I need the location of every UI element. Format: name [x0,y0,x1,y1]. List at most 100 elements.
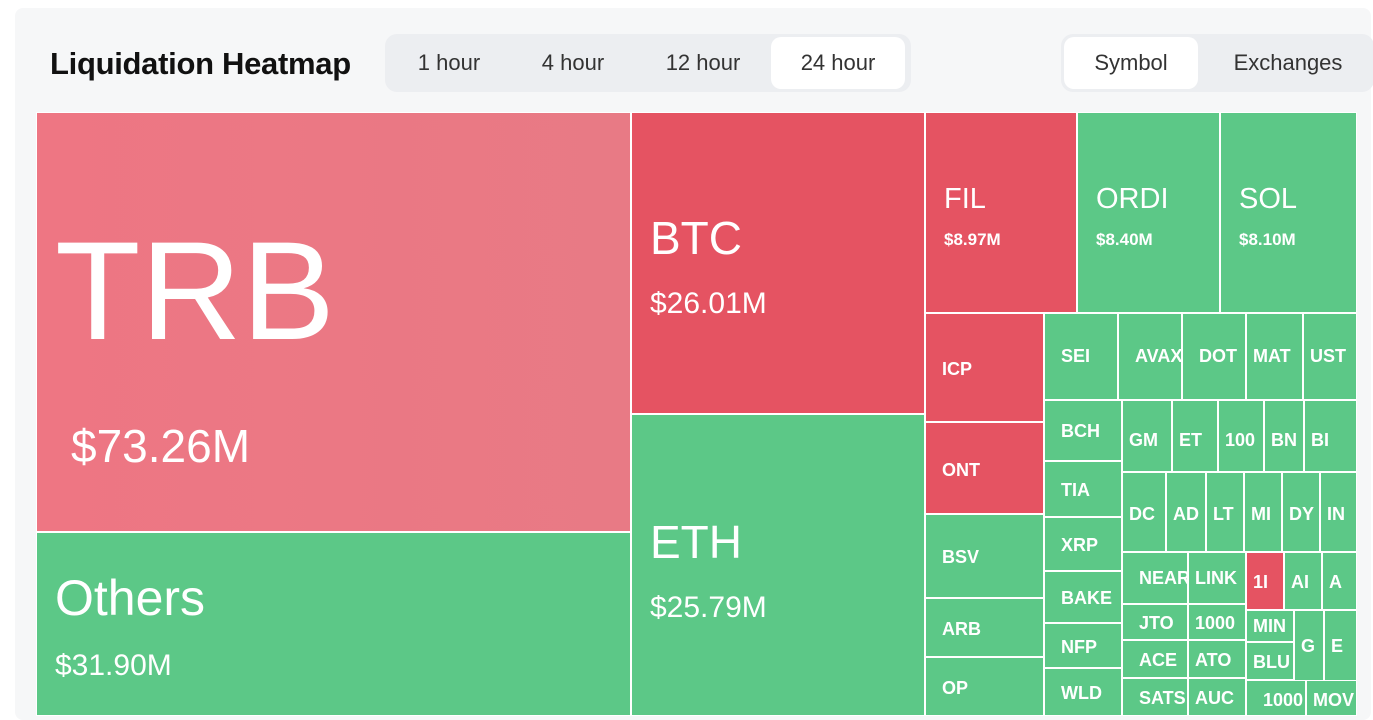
treemap-tile[interactable]: MIN [1246,610,1294,642]
treemap-tile[interactable]: ACE [1122,640,1188,678]
tile-symbol: MI [1251,504,1271,524]
tile-symbol: AI [1291,572,1309,592]
tile-symbol: ATO [1195,650,1232,670]
treemap-tile[interactable]: WLD [1044,668,1122,716]
treemap-tile[interactable]: FIL $8.97M [925,112,1077,313]
treemap-tile[interactable]: A [1322,552,1357,610]
tile-value: $73.26M [71,420,251,472]
treemap-tile[interactable]: IN [1320,472,1357,552]
tile-symbol: UST [1310,346,1346,366]
tile-symbol: LT [1213,504,1234,524]
tile-symbol: DOT [1199,346,1237,366]
treemap-tile[interactable]: 100 [1218,400,1264,472]
tile-symbol: BN [1271,430,1297,450]
tile-symbol: JTO [1139,613,1174,633]
treemap-tile[interactable]: BSV [925,514,1044,598]
treemap-tile[interactable]: SATS [1122,678,1188,716]
treemap-tile[interactable]: BN [1264,400,1304,472]
treemap-tile[interactable]: ETH $25.79M [631,414,925,716]
treemap-tile[interactable]: ATO [1188,640,1246,678]
treemap-tile[interactable]: SEI [1044,313,1118,400]
treemap-tile[interactable]: G [1294,610,1324,684]
treemap-tile[interactable]: DC [1122,472,1166,552]
treemap-tile[interactable]: NFP [1044,623,1122,668]
tile-symbol: G [1301,636,1316,656]
treemap-tile[interactable]: JTO [1122,604,1188,640]
tile-symbol: TRB [55,212,335,369]
treemap-tile[interactable]: ARB [925,598,1044,657]
treemap-tile[interactable]: TIA [1044,461,1122,517]
tab-12-hour[interactable]: 12 hour [643,37,763,89]
tile-symbol: E [1331,636,1344,656]
treemap-tile[interactable]: LT [1206,472,1244,552]
treemap-tile[interactable]: 1000 [1188,604,1246,640]
treemap-tile[interactable]: Others $31.90M [36,532,631,716]
tile-symbol: Others [55,570,206,626]
treemap-tile[interactable]: DOT [1182,313,1246,400]
treemap-tile[interactable]: BI [1304,400,1357,472]
tile-symbol: AD [1173,504,1199,524]
tile-symbol: MAT [1253,346,1291,366]
treemap-tile[interactable]: AUC [1188,678,1246,716]
tile-symbol: ET [1179,430,1203,450]
treemap-tile[interactable]: BCH [1044,400,1122,461]
tile-symbol: BTC [650,212,742,264]
treemap-tile[interactable]: TRB $73.26M [36,112,631,532]
treemap-tile[interactable]: GM [1122,400,1172,472]
tile-symbol: MOV [1313,690,1355,710]
tile-symbol: XRP [1061,535,1099,555]
treemap-tile[interactable]: MOV [1306,680,1357,716]
treemap-tile[interactable]: 1000 [1246,680,1306,716]
treemap-tile[interactable]: 1I [1246,552,1284,610]
treemap-tile[interactable]: AVAX [1118,313,1182,400]
tile-symbol: DY [1289,504,1315,524]
tile-symbol: A [1329,572,1342,592]
tile-value: $31.90M [55,649,172,682]
treemap-tile[interactable]: LINK [1188,552,1246,604]
treemap-tile[interactable]: MI [1244,472,1282,552]
tile-symbol: NEAR [1139,568,1188,588]
tile-symbol: SEI [1061,346,1091,366]
treemap-tile[interactable]: NEAR [1122,552,1188,604]
treemap-tile[interactable]: DY [1282,472,1320,552]
tab-4-hour[interactable]: 4 hour [518,37,628,89]
tile-symbol: AVAX [1135,346,1182,366]
tab-exchanges[interactable]: Exchanges [1213,37,1363,89]
treemap-tile[interactable]: SOL $8.10M [1220,112,1357,313]
treemap-tile[interactable]: BTC $26.01M [631,112,925,414]
tile-symbol: ARB [942,619,981,639]
treemap-tile[interactable]: ORDI $8.40M [1077,112,1220,313]
tile-symbol: ORDI [1096,183,1169,215]
tile-value: $26.01M [650,287,767,320]
treemap-tile[interactable]: BAKE [1044,571,1122,623]
tile-symbol: FIL [944,183,986,215]
treemap-tile[interactable]: ET [1172,400,1218,472]
tile-symbol: IN [1327,504,1345,524]
treemap-tile[interactable]: ICP [925,313,1044,422]
page-title: Liquidation Heatmap [50,46,351,81]
tab-1-hour[interactable]: 1 hour [395,37,503,89]
tile-value: $8.97M [944,230,1001,249]
tile-symbol: 100 [1225,430,1256,450]
tile-symbol: DC [1129,504,1155,524]
treemap-tile[interactable]: UST [1303,313,1357,400]
tile-symbol: BI [1311,430,1329,450]
treemap-tile[interactable]: AI [1284,552,1322,610]
tab-symbol[interactable]: Symbol [1064,37,1198,89]
treemap-tile[interactable]: MAT [1246,313,1303,400]
tile-symbol: OP [942,678,969,698]
treemap-tile[interactable]: E [1324,610,1357,684]
tile-symbol: 1000 [1263,690,1304,710]
treemap-tile[interactable]: BLU [1246,642,1294,680]
liquidation-treemap: TRB $73.26M Others $31.90M BTC $26.01M ETH $25.… [36,112,1357,716]
treemap-tile[interactable]: OP [925,657,1044,716]
tile-symbol: AUC [1195,688,1234,708]
view-mode-tabs: Symbol Exchanges [1061,34,1373,92]
tile-symbol: BAKE [1061,588,1113,608]
treemap-tile[interactable]: XRP [1044,517,1122,571]
tile-symbol: 1I [1253,572,1269,592]
treemap-tile[interactable]: AD [1166,472,1206,552]
tab-24-hour[interactable]: 24 hour [771,37,905,89]
treemap-tile[interactable]: ONT [925,422,1044,514]
tile-value: $8.10M [1239,230,1296,249]
